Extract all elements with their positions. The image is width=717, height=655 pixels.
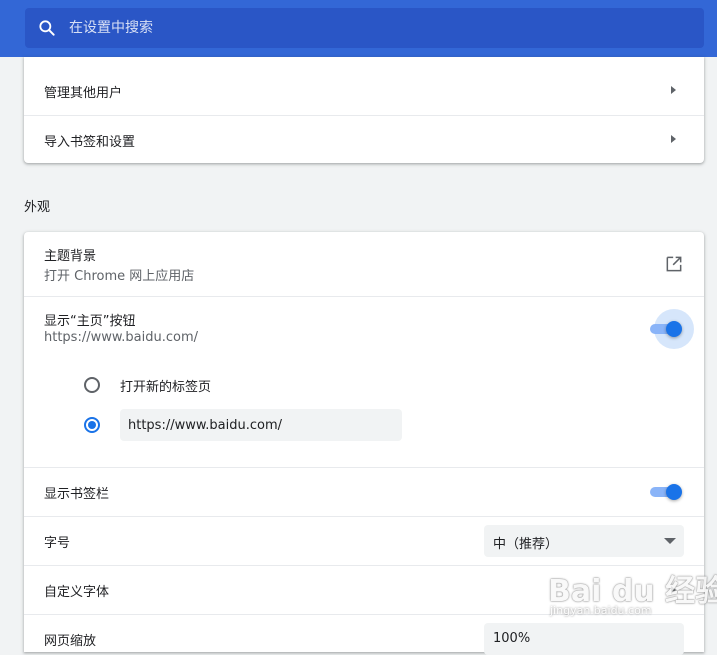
theme-label: 主题背景 (44, 249, 97, 264)
show-bookmarks-bar-toggle[interactable] (650, 482, 684, 502)
search-box[interactable] (25, 8, 704, 48)
arrow-right-icon (671, 86, 676, 94)
font-size-label: 字号 (44, 536, 71, 551)
theme-row[interactable]: 主题背景 打开 Chrome 网上应用店 (24, 232, 704, 296)
radio-new-tab-label: 打开新的标签页 (120, 380, 212, 395)
home-url-sublabel: https://www.baidu.com/ (44, 330, 199, 345)
radio-new-tab-page[interactable] (84, 377, 100, 393)
section-title-appearance: 外观 (24, 200, 51, 215)
page-zoom-value: 100% (493, 631, 531, 646)
open-in-new-icon[interactable] (664, 254, 684, 274)
custom-fonts-label: 自定义字体 (44, 585, 110, 600)
font-size-row: 字号 中（推荐） (24, 516, 704, 565)
manage-other-people-label: 管理其他用户 (44, 86, 123, 101)
radio-custom-url[interactable] (84, 417, 100, 433)
font-size-value: 中（推荐） (493, 537, 559, 552)
search-input[interactable] (69, 8, 669, 48)
import-bookmarks-row[interactable]: 导入书签和设置 (24, 115, 704, 163)
page-zoom-label: 网页缩放 (44, 634, 97, 649)
show-bookmarks-bar-row[interactable]: 显示书签栏 (24, 467, 704, 516)
theme-sublabel: 打开 Chrome 网上应用店 (44, 269, 195, 284)
watermark-url: jingyan.baidu.com (550, 604, 652, 617)
show-bookmarks-bar-label: 显示书签栏 (44, 487, 110, 502)
import-bookmarks-label: 导入书签和设置 (44, 135, 136, 150)
search-icon[interactable] (37, 18, 57, 38)
baidu-jingyan-watermark: Bai du 经验 jingyan.baidu.com (548, 560, 717, 630)
font-size-select[interactable]: 中（推荐） (484, 525, 684, 557)
toggle-knob (666, 484, 682, 500)
arrow-right-icon (671, 135, 676, 143)
show-home-button-label: 显示“主页”按钮 (44, 314, 136, 329)
home-url-input[interactable] (120, 409, 402, 441)
manage-other-people-row[interactable]: 管理其他用户 (24, 57, 704, 114)
show-home-button-row: 显示“主页”按钮 https://www.baidu.com/ 打开新的标签页 (24, 296, 704, 467)
show-home-button-toggle[interactable] (650, 309, 694, 349)
people-card: 管理其他用户 导入书签和设置 (24, 57, 704, 163)
dropdown-caret-icon (664, 538, 676, 544)
toggle-knob (666, 321, 682, 337)
top-toolbar (0, 0, 717, 57)
